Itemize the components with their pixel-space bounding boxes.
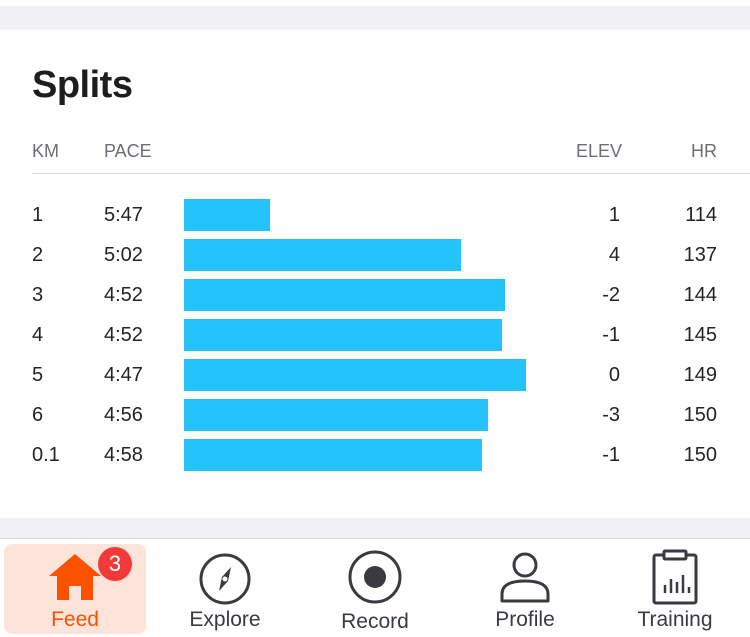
split-km: 4 [32, 324, 44, 346]
col-header-hr: HR [691, 141, 717, 161]
split-pace: 4:58 [104, 444, 143, 466]
tab-label-feed: Feed [51, 608, 99, 631]
split-elev: -3 [602, 404, 620, 426]
tab-label-explore: Explore [189, 608, 261, 631]
split-pace: 5:47 [104, 204, 143, 226]
split-km: 1 [32, 204, 44, 226]
split-km: 2 [32, 244, 44, 266]
bottom-tab-bar: 3 Feed Explore Record Profile Training [0, 538, 750, 637]
training-clipboard-icon [652, 549, 698, 605]
split-row: 3 4:52 -2 144 [0, 279, 750, 311]
split-row: 0.1 4:58 -1 150 [0, 439, 750, 471]
split-pace-bar [184, 199, 270, 231]
notification-badge: 3 [98, 547, 132, 581]
split-hr: 114 [685, 204, 717, 226]
split-km: 3 [32, 284, 44, 306]
tab-label-training: Training [637, 608, 713, 631]
tab-training[interactable]: Training [600, 539, 750, 637]
tab-feed[interactable]: 3 Feed [0, 539, 150, 637]
tab-record[interactable]: Record [300, 539, 450, 637]
tab-explore[interactable]: Explore [150, 539, 300, 637]
split-row: 1 5:47 1 114 [0, 199, 750, 231]
compass-icon [199, 553, 251, 605]
split-pace-bar [184, 319, 502, 351]
split-pace-bar [184, 239, 461, 271]
col-header-pace: PACE [104, 141, 152, 161]
split-pace-bar [184, 279, 505, 311]
split-row: 4 4:52 -1 145 [0, 319, 750, 351]
split-elev: -1 [602, 324, 620, 346]
split-elev: 1 [608, 204, 620, 226]
split-elev: 0 [608, 364, 620, 386]
split-km: 5 [32, 364, 44, 386]
split-elev: -1 [602, 444, 620, 466]
split-pace: 4:56 [104, 404, 143, 426]
split-hr: 137 [683, 244, 717, 266]
profile-icon [500, 552, 550, 603]
record-icon [348, 550, 402, 604]
split-km: 6 [32, 404, 44, 426]
split-hr: 149 [683, 364, 717, 386]
split-row: 2 5:02 4 137 [0, 239, 750, 271]
split-km: 0.1 [32, 444, 60, 466]
split-pace: 5:02 [104, 244, 143, 266]
split-hr: 145 [683, 324, 717, 346]
top-strip [0, 0, 750, 6]
split-pace: 4:47 [104, 364, 143, 386]
home-icon [49, 554, 101, 600]
section-title: Splits [32, 64, 133, 106]
split-elev: 4 [608, 244, 620, 266]
split-row: 6 4:56 -3 150 [0, 399, 750, 431]
tab-label-record: Record [341, 610, 409, 633]
split-pace-bar [184, 399, 488, 431]
split-hr: 144 [683, 284, 717, 306]
split-elev: -2 [602, 284, 620, 306]
split-pace-bar [184, 359, 526, 391]
col-header-km: KM [32, 141, 59, 161]
tab-label-profile: Profile [495, 608, 555, 631]
split-pace: 4:52 [104, 324, 143, 346]
split-pace: 4:52 [104, 284, 143, 306]
header-divider [32, 173, 750, 174]
col-header-elev: ELEV [575, 141, 622, 161]
tab-profile[interactable]: Profile [450, 539, 600, 637]
split-row: 5 4:47 0 149 [0, 359, 750, 391]
split-hr: 150 [683, 404, 717, 426]
split-pace-bar [184, 439, 482, 471]
split-hr: 150 [683, 444, 717, 466]
